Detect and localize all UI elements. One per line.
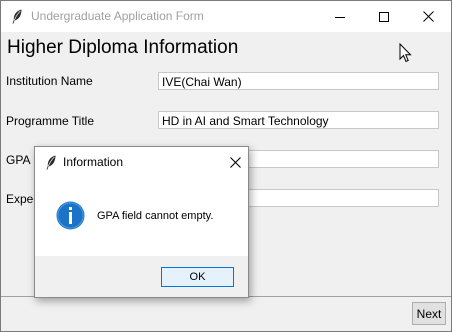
close-icon [423,11,434,22]
feather-dialog-icon [46,155,56,170]
application-window: Undergraduate Application Form Higher Di… [0,0,452,332]
mouse-cursor-icon [399,43,412,63]
maximize-button[interactable] [361,1,406,32]
title-bar[interactable]: Undergraduate Application Form [1,1,451,32]
close-button[interactable] [406,1,451,32]
programme-title-label: Programme Title [6,114,95,128]
dialog-close-button[interactable] [223,151,247,173]
feather-app-icon [12,9,22,24]
ok-button[interactable]: OK [161,267,234,287]
close-icon [229,156,241,168]
maximize-icon [378,11,389,22]
dialog-message: GPA field cannot empty. [97,210,214,222]
dialog-title: Information [63,155,124,169]
minimize-icon [334,16,345,18]
programme-title-field[interactable]: HD in AI and Smart Technology [158,111,439,129]
window-title: Undergraduate Application Form [31,9,204,23]
next-button[interactable]: Next [412,302,446,325]
institution-name-field[interactable]: IVE(Chai Wan) [158,72,439,90]
info-icon [56,201,85,230]
information-dialog: Information GPA field cannot empty. OK [34,146,249,298]
gpa-label: GPA [6,153,31,167]
institution-name-label: Institution Name [6,74,93,88]
minimize-button[interactable] [317,1,362,32]
page-title: Higher Diploma Information [7,37,239,58]
dialog-button-bar: OK [35,256,248,297]
